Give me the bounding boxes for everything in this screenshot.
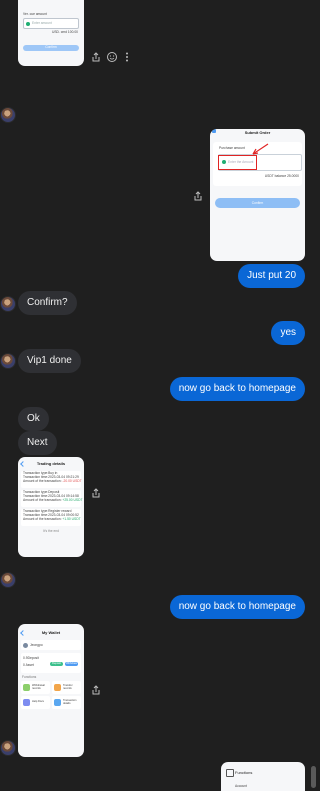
tile: Transfer records bbox=[52, 681, 81, 694]
top-note: USD. cmd 100.00 bbox=[51, 30, 78, 34]
screenshot-submit-order[interactable]: Submit Order Purchase amount Enter the A… bbox=[210, 129, 305, 261]
functions-label: Functions bbox=[22, 675, 37, 679]
submit-confirm-label: Confirm bbox=[251, 201, 264, 205]
user-row: Jeongpo bbox=[21, 640, 81, 650]
record-line: Amount of the transaction: +25.00 USDT bbox=[21, 498, 83, 503]
top-confirm-button: Confirm bbox=[23, 45, 79, 51]
history-record: Transaction type:Buy in Transaction time… bbox=[21, 471, 82, 488]
functions-icon bbox=[226, 769, 234, 777]
screenshot-my-wallet[interactable]: My Wallet Jeongpo 0.9Deposit 0 Asset Dep… bbox=[18, 624, 84, 757]
deposit-button: Deposit bbox=[50, 662, 63, 666]
submit-confirm-button: Confirm bbox=[215, 198, 300, 208]
wallet-title: My Wallet bbox=[41, 630, 61, 635]
tile: Withdrawal records bbox=[21, 681, 50, 694]
details-icon bbox=[54, 699, 61, 706]
tile: Help Docs bbox=[21, 696, 50, 709]
asset-label: 0 Asset bbox=[23, 663, 34, 667]
submit-title: Submit Order bbox=[244, 130, 271, 135]
history-title: Trading details bbox=[36, 461, 66, 466]
annotation-arrow bbox=[252, 143, 269, 155]
screenshot-top[interactable]: Ver. cue amount Enter amount USD. cmd 10… bbox=[18, 0, 84, 66]
message-in: Next bbox=[18, 431, 57, 455]
avatar-icon bbox=[23, 642, 28, 648]
record-value: -20.00 USDT bbox=[62, 479, 82, 484]
record-value: +25.00 USDT bbox=[62, 498, 83, 503]
share-icon[interactable] bbox=[90, 487, 102, 499]
record-label: Amount of the transaction: bbox=[23, 498, 62, 503]
tile-label: Help Docs bbox=[32, 700, 44, 703]
avatar bbox=[0, 740, 16, 756]
balance-label: 0.9Deposit bbox=[23, 656, 39, 660]
help-icon bbox=[23, 699, 30, 706]
share-icon[interactable] bbox=[90, 51, 102, 63]
record-label: Amount of the transaction: bbox=[23, 517, 62, 522]
top-label: Ver. cue amount bbox=[23, 12, 47, 16]
submit-note: USDT balance 25.0000 bbox=[264, 174, 299, 178]
record-line: Amount of the transaction: -20.00 USDT bbox=[21, 479, 82, 484]
avatar bbox=[0, 353, 16, 369]
top-input: Enter amount bbox=[23, 18, 79, 29]
record-line: Amount of the transaction: +1.50 USDT bbox=[21, 517, 81, 521]
message-out: now go back to homepage bbox=[169, 377, 305, 401]
avatar bbox=[0, 296, 16, 312]
message-out: now go back to homepage bbox=[169, 595, 305, 619]
message-in: Vip1 done bbox=[18, 349, 81, 373]
message-out: yes bbox=[271, 321, 305, 345]
share-icon[interactable] bbox=[192, 190, 204, 202]
submit-placeholder: Enter the Amount bbox=[228, 160, 254, 164]
smiley-icon[interactable] bbox=[106, 51, 118, 63]
screenshot-trading-details[interactable]: Trading details Transaction type:Buy in … bbox=[18, 457, 84, 557]
record-label: Amount of the transaction: bbox=[23, 479, 62, 484]
screenshot-bottom[interactable]: Functions Account bbox=[221, 762, 305, 791]
tile-label: Transfer records bbox=[63, 684, 73, 691]
coin-icon bbox=[26, 21, 30, 26]
wallet-user: Jeongpo bbox=[30, 643, 43, 647]
tile: Transaction details bbox=[52, 696, 81, 709]
balance-card: 0.9Deposit 0 Asset Deposit Withdraw bbox=[21, 653, 81, 673]
avatar bbox=[0, 107, 16, 123]
bottom-item: Account bbox=[235, 784, 247, 788]
history-record: Transaction type:Register reward Transac… bbox=[21, 509, 81, 526]
top-placeholder: Enter amount bbox=[32, 21, 52, 25]
message-in: Confirm? bbox=[18, 291, 77, 315]
transfer-icon bbox=[54, 684, 61, 691]
highlight-box: Enter the Amount bbox=[218, 155, 257, 170]
avatar bbox=[0, 572, 16, 588]
deposit-label: Deposit bbox=[52, 662, 61, 665]
share-icon[interactable] bbox=[90, 684, 102, 696]
withdraw-button: Withdraw bbox=[65, 662, 78, 666]
bottom-label: Functions bbox=[235, 770, 253, 775]
wallet-icon bbox=[23, 684, 30, 691]
withdraw-label: Withdraw bbox=[66, 662, 77, 665]
message-out: Just put 20 bbox=[238, 264, 305, 288]
history-footer: It's the end bbox=[42, 529, 60, 533]
history-record: Transaction type:Deposit Transaction tim… bbox=[21, 490, 83, 507]
coin-icon bbox=[222, 160, 226, 164]
submit-field-label: Purchase amount bbox=[219, 146, 245, 150]
record-value: +1.50 USDT bbox=[62, 517, 81, 522]
tile-label: Withdrawal records bbox=[32, 684, 45, 691]
more-vert-icon[interactable] bbox=[121, 51, 133, 63]
scrollbar[interactable] bbox=[311, 766, 316, 788]
message-in: Ok bbox=[18, 407, 49, 431]
tile-label: Transaction details bbox=[63, 699, 77, 706]
top-confirm-label: Confirm bbox=[45, 45, 57, 49]
